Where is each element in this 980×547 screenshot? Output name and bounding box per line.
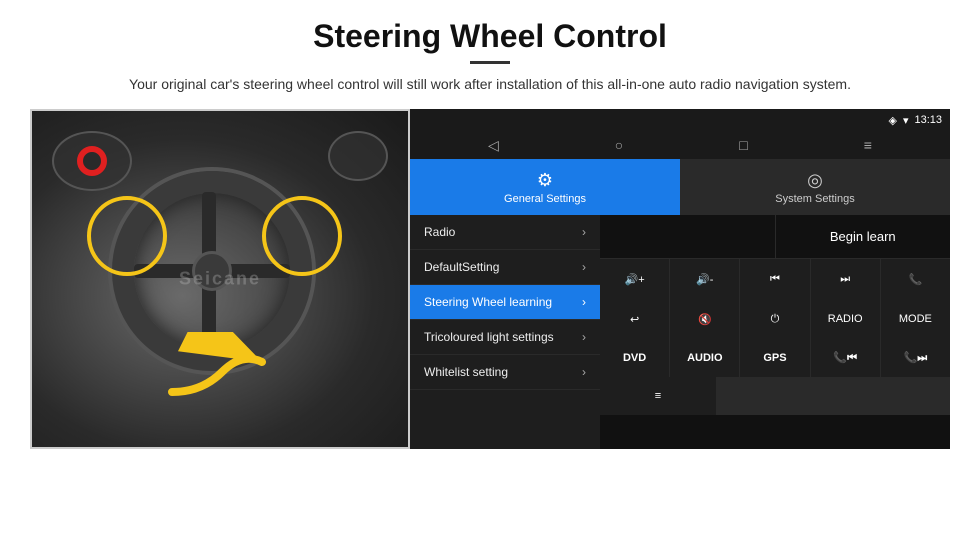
system-settings-icon: ◎ xyxy=(807,170,823,191)
back-icon: ↩ xyxy=(630,313,639,326)
begin-learn-row: Begin learn xyxy=(600,215,950,259)
last-row: ≡ xyxy=(600,377,950,415)
menu-item-steering[interactable]: Steering Wheel learning › xyxy=(410,285,600,320)
yellow-circle-right xyxy=(262,196,342,276)
power-btn[interactable]: ⏻ xyxy=(740,299,809,339)
menu-item-default-label: DefaultSetting xyxy=(424,260,582,274)
status-time: 13:13 xyxy=(914,114,942,126)
chevron-icon: › xyxy=(582,260,586,274)
menu-item-default[interactable]: DefaultSetting › xyxy=(410,250,600,285)
menu-item-whitelist[interactable]: Whitelist setting › xyxy=(410,355,600,390)
menu-item-tricoloured[interactable]: Tricoloured light settings › xyxy=(410,320,600,355)
mode-btn[interactable]: MODE xyxy=(881,299,950,339)
menu-item-steering-label: Steering Wheel learning xyxy=(424,295,582,309)
dvd-label: DVD xyxy=(623,352,646,364)
phone-prev-btn[interactable]: 📞⏮ xyxy=(811,339,880,377)
phone-next-btn[interactable]: 📞⏭ xyxy=(881,339,950,377)
power-icon: ⏻ xyxy=(771,313,780,326)
mode-label: MODE xyxy=(899,313,932,325)
back-nav-btn[interactable]: ◁ xyxy=(488,137,499,154)
title-divider xyxy=(470,61,510,64)
tab-general-label: General Settings xyxy=(504,193,586,205)
prev-track-btn[interactable]: ⏮ xyxy=(740,259,809,299)
audio-btn[interactable]: AUDIO xyxy=(670,339,739,377)
menu-item-radio[interactable]: Radio › xyxy=(410,215,600,250)
tab-general[interactable]: ⚙ General Settings xyxy=(410,159,680,215)
right-panel: Begin learn 🔊+ 🔊- ⏮ xyxy=(600,215,950,449)
settings-tabs: ⚙ General Settings ◎ System Settings xyxy=(410,159,950,215)
wifi-icon: ▾ xyxy=(903,114,909,127)
head-unit: ◈ ▾ 13:13 ◁ ○ □ ≡ ⚙ General Settings ◎ S… xyxy=(410,109,950,449)
prev-track-icon: ⏮ xyxy=(770,273,780,286)
tab-system[interactable]: ◎ System Settings xyxy=(680,159,950,215)
ctrl-grid-row1: 🔊+ 🔊- ⏮ ⏭ 📞 xyxy=(600,259,950,299)
radio-btn[interactable]: RADIO xyxy=(811,299,880,339)
gps-btn[interactable]: GPS xyxy=(740,339,809,377)
next-track-icon: ⏭ xyxy=(840,273,850,286)
begin-learn-left-space xyxy=(600,215,776,258)
next-track-btn[interactable]: ⏭ xyxy=(811,259,880,299)
radio-label: RADIO xyxy=(828,313,863,325)
nav-bar: ◁ ○ □ ≡ xyxy=(410,131,950,159)
media-row: DVD AUDIO GPS 📞⏮ 📞⏭ xyxy=(600,339,950,377)
mute-btn[interactable]: 🔇 xyxy=(670,299,739,339)
phone-next-icon: 📞⏭ xyxy=(904,351,928,365)
recent-nav-btn[interactable]: □ xyxy=(739,137,747,153)
home-nav-btn[interactable]: ○ xyxy=(615,137,623,153)
menu-item-tricoloured-label: Tricoloured light settings xyxy=(424,330,582,344)
phone-icon: 📞 xyxy=(909,273,923,286)
ctrl-grid-row2: ↩ 🔇 ⏻ RADIO MODE xyxy=(600,299,950,339)
arrow-icon xyxy=(162,332,282,412)
dvd-btn[interactable]: DVD xyxy=(600,339,669,377)
chevron-icon: › xyxy=(582,295,586,309)
phone-prev-icon: 📞⏮ xyxy=(833,351,857,365)
page-container: Steering Wheel Control Your original car… xyxy=(0,0,980,547)
begin-learn-button[interactable]: Begin learn xyxy=(776,215,951,258)
vol-up-icon: 🔊+ xyxy=(625,273,645,286)
audio-label: AUDIO xyxy=(687,352,722,364)
vol-down-btn[interactable]: 🔊- xyxy=(670,259,739,299)
status-bar: ◈ ▾ 13:13 xyxy=(410,109,950,131)
vol-up-btn[interactable]: 🔊+ xyxy=(600,259,669,299)
tab-system-label: System Settings xyxy=(775,193,854,205)
sw-center-hub xyxy=(192,251,232,291)
chevron-icon: › xyxy=(582,365,586,379)
menu-item-whitelist-label: Whitelist setting xyxy=(424,365,582,379)
menu-icon: ≡ xyxy=(655,390,661,402)
gps-icon: ◈ xyxy=(888,114,896,127)
general-settings-icon: ⚙ xyxy=(537,170,553,191)
gps-label: GPS xyxy=(763,352,786,364)
gauge-right xyxy=(328,131,388,181)
steering-wheel-image: Seicane xyxy=(30,109,410,449)
page-subtitle: Your original car's steering wheel contr… xyxy=(129,74,851,95)
chevron-icon: › xyxy=(582,330,586,344)
menu-nav-btn[interactable]: ≡ xyxy=(864,137,872,153)
arrow-area xyxy=(162,332,282,417)
menu-item-radio-label: Radio xyxy=(424,225,582,239)
mute-icon: 🔇 xyxy=(698,313,712,326)
vol-down-icon: 🔊- xyxy=(696,273,713,286)
menu-icon-btn[interactable]: ≡ xyxy=(600,377,716,415)
phone-btn[interactable]: 📞 xyxy=(881,259,950,299)
settings-menu: Radio › DefaultSetting › Steering Wheel … xyxy=(410,215,600,449)
back-btn[interactable]: ↩ xyxy=(600,299,669,339)
settings-body: Radio › DefaultSetting › Steering Wheel … xyxy=(410,215,950,449)
chevron-icon: › xyxy=(582,225,586,239)
content-row: Seicane ◈ ▾ 13:13 ◁ ○ □ ≡ ⚙ General Sett… xyxy=(30,109,950,449)
page-title: Steering Wheel Control xyxy=(313,18,667,55)
yellow-circle-left xyxy=(87,196,167,276)
gauge-left xyxy=(52,131,132,191)
